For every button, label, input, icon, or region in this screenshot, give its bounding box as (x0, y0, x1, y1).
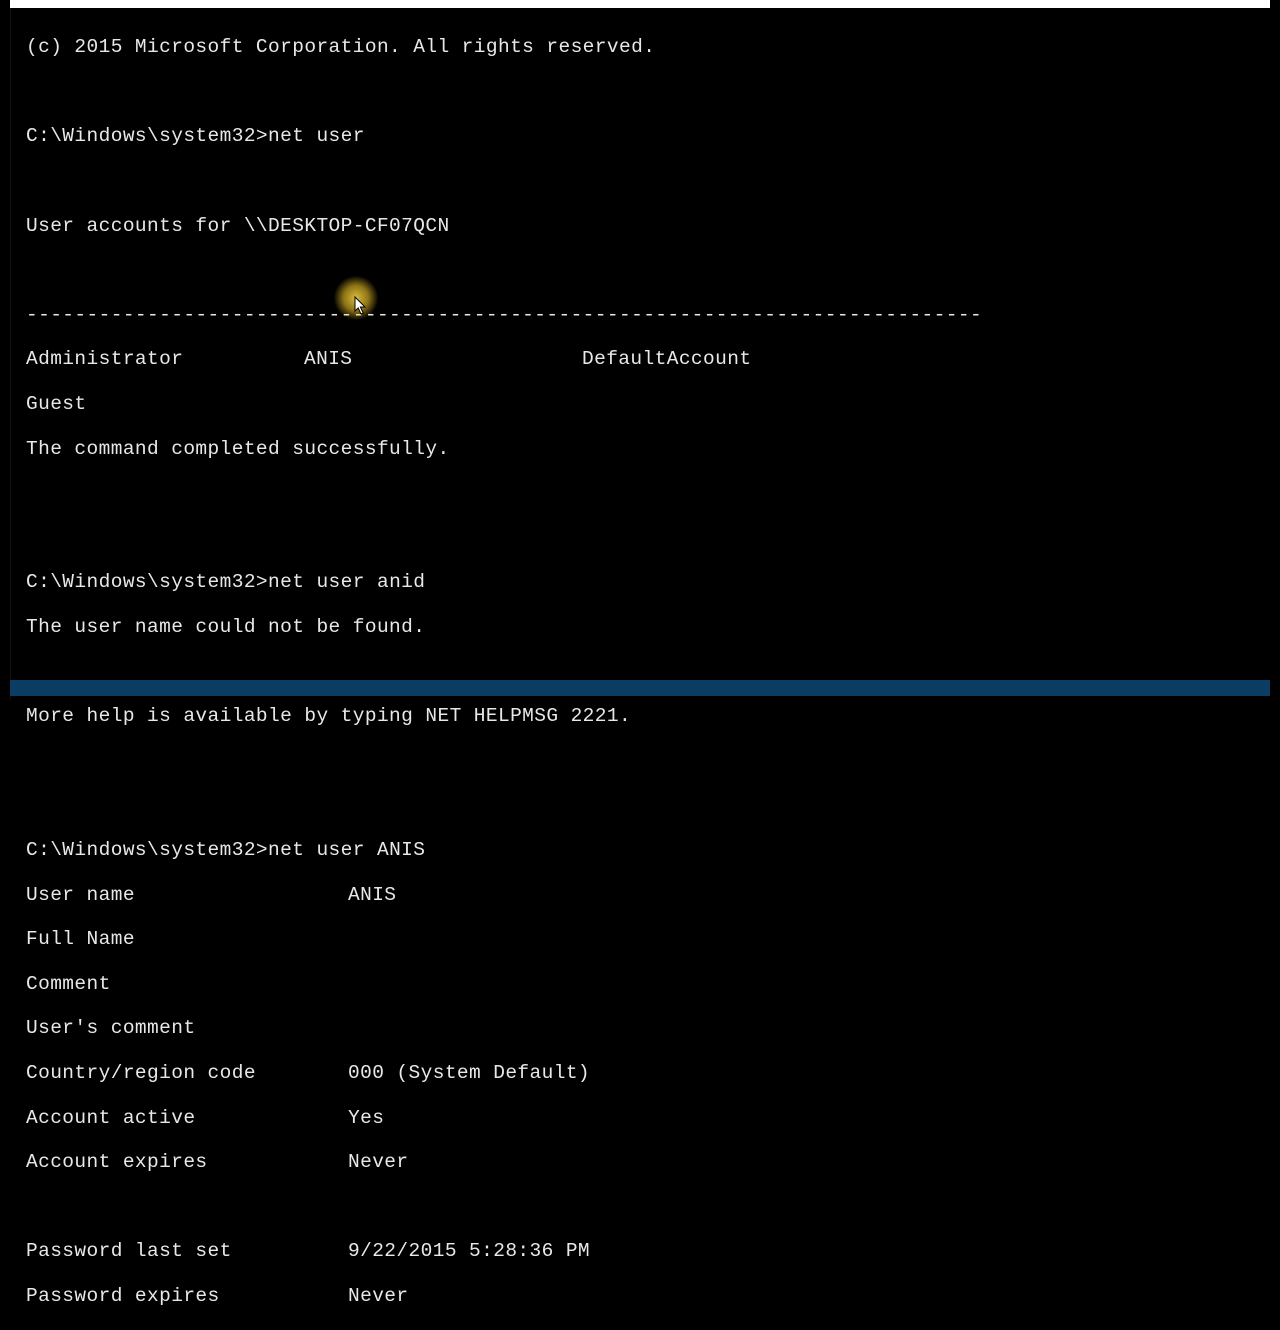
detail-value: ANIS (348, 884, 396, 906)
detail-row: Full Name (26, 928, 1256, 950)
blank-line (26, 1196, 1256, 1218)
window-top-border (10, 0, 1270, 8)
user-cell: ANIS (304, 348, 582, 370)
detail-label: Account expires (26, 1151, 348, 1173)
detail-row: Password last set9/22/2015 5:28:36 PM (26, 1240, 1256, 1262)
blank-line (26, 81, 1256, 103)
detail-label: Password last set (26, 1240, 348, 1262)
detail-label: Full Name (26, 928, 348, 950)
terminal-output[interactable]: (c) 2015 Microsoft Corporation. All righ… (26, 14, 1256, 1330)
user-cell: DefaultAccount (582, 348, 751, 370)
blank-line (26, 750, 1256, 772)
detail-label: Comment (26, 973, 348, 995)
detail-row: Comment (26, 973, 1256, 995)
prompt-line-2: C:\Windows\system32>net user anid (26, 571, 1256, 593)
detail-label: Password expires (26, 1285, 348, 1307)
detail-value: Never (348, 1151, 409, 1173)
blank-line (26, 527, 1256, 549)
completed-line: The command completed successfully. (26, 438, 1256, 460)
accounts-header: User accounts for \\DESKTOP-CF07QCN (26, 215, 1256, 237)
detail-value: 000 (System Default) (348, 1062, 590, 1084)
detail-row: User's comment (26, 1017, 1256, 1039)
command-input: net user (268, 125, 365, 147)
error-notfound: The user name could not be found. (26, 616, 1256, 638)
user-cell: Administrator (26, 348, 304, 370)
user-row: Guest (26, 393, 1256, 415)
prompt: C:\Windows\system32> (26, 839, 268, 861)
copyright-line: (c) 2015 Microsoft Corporation. All righ… (26, 36, 1256, 58)
divider-line: ----------------------------------------… (26, 304, 1256, 326)
command-input: net user anid (268, 571, 425, 593)
blank-line (26, 482, 1256, 504)
user-cell: Guest (26, 393, 304, 415)
error-help: More help is available by typing NET HEL… (26, 705, 1256, 727)
prompt-line-1: C:\Windows\system32>net user (26, 125, 1256, 147)
detail-row: User nameANIS (26, 884, 1256, 906)
detail-row: Account activeYes (26, 1107, 1256, 1129)
user-row: AdministratorANISDefaultAccount (26, 348, 1256, 370)
detail-value: Yes (348, 1107, 384, 1129)
detail-label: User's comment (26, 1017, 348, 1039)
detail-label: Country/region code (26, 1062, 348, 1084)
prompt: C:\Windows\system32> (26, 125, 268, 147)
blank-line (26, 794, 1256, 816)
prompt: C:\Windows\system32> (26, 571, 268, 593)
detail-label: User name (26, 884, 348, 906)
detail-value: Never (348, 1285, 409, 1307)
command-input: net user ANIS (268, 839, 425, 861)
detail-row: Country/region code000 (System Default) (26, 1062, 1256, 1084)
prompt-line-3: C:\Windows\system32>net user ANIS (26, 839, 1256, 861)
detail-row: Account expiresNever (26, 1151, 1256, 1173)
detail-value: 9/22/2015 5:28:36 PM (348, 1240, 590, 1262)
blank-line (26, 170, 1256, 192)
blank-line (26, 661, 1256, 683)
detail-label: Account active (26, 1107, 348, 1129)
blank-line (26, 259, 1256, 281)
detail-row: Password expiresNever (26, 1285, 1256, 1307)
